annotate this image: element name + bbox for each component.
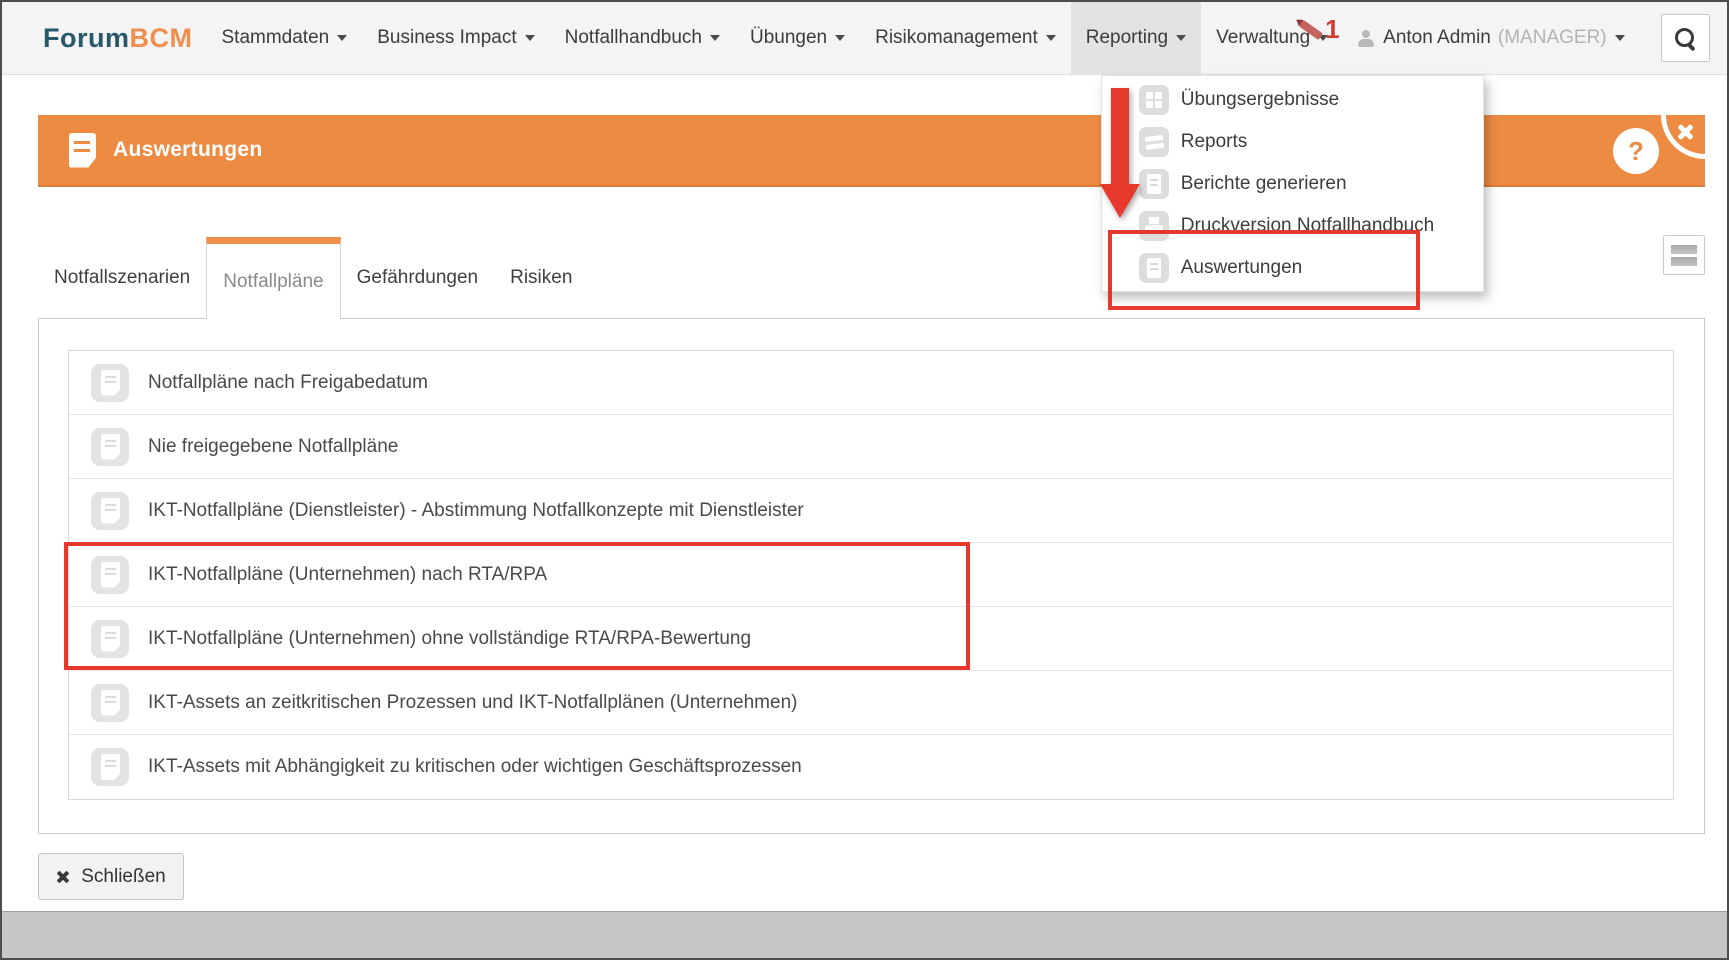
user-menu[interactable]: Anton Admin (MANAGER) (1343, 2, 1639, 74)
report-document-icon (69, 133, 96, 168)
brand-logo[interactable]: ForumBCM (2, 2, 207, 74)
chevron-down-icon (1318, 35, 1328, 41)
report-list-item[interactable]: Notfallpläne nach Freigabedatum (69, 351, 1673, 415)
nav-item-label: Notfallhandbuch (565, 27, 702, 49)
report-document-icon (91, 684, 129, 722)
search-button[interactable] (1661, 14, 1710, 62)
report-item-label: IKT-Assets mit Abhängigkeit zu kritische… (148, 756, 802, 778)
evaluations-icon (1139, 253, 1169, 283)
brand-part-bcm: BCM (130, 23, 193, 54)
exercise-results-icon (1139, 85, 1169, 115)
nav-item-notfallhandbuch[interactable]: Notfallhandbuch (550, 2, 735, 74)
tab-notfallplaene[interactable]: Notfallpläne (206, 237, 340, 319)
nav-item-stammdaten[interactable]: Stammdaten (207, 2, 363, 74)
menu-item-auswertungen[interactable]: Auswertungen (1102, 247, 1483, 289)
chevron-down-icon (337, 35, 347, 41)
report-category-tabs: Notfallszenarien Notfallpläne Gefährdung… (38, 237, 588, 319)
report-document-icon (91, 556, 129, 594)
menu-item-reports[interactable]: Reports (1102, 121, 1483, 163)
user-role: (MANAGER) (1498, 27, 1607, 49)
nav-item-uebungen[interactable]: Übungen (735, 2, 860, 74)
menu-item-label: Übungsergebnisse (1181, 89, 1339, 111)
report-list-item[interactable]: IKT-Notfallpläne (Dienstleister) - Absti… (69, 479, 1673, 543)
tab-gefaehrdungen[interactable]: Gefährdungen (341, 237, 495, 319)
report-document-icon (91, 620, 129, 658)
window-bottom-strip (2, 911, 1727, 958)
nav-item-business-impact[interactable]: Business Impact (362, 2, 549, 74)
tab-risiken[interactable]: Risiken (494, 237, 588, 319)
report-list-item[interactable]: IKT-Notfallpläne (Unternehmen) nach RTA/… (69, 543, 1673, 607)
chevron-down-icon (525, 35, 535, 41)
tab-label: Notfallszenarien (54, 267, 190, 289)
menu-item-uebungsergebnisse[interactable]: Übungsergebnisse (1102, 79, 1483, 121)
tab-label: Gefährdungen (357, 267, 479, 289)
search-icon (1674, 27, 1697, 50)
report-document-icon (91, 364, 129, 402)
report-item-label: IKT-Notfallpläne (Unternehmen) nach RTA/… (148, 564, 547, 586)
report-item-label: IKT-Notfallpläne (Dienstleister) - Absti… (148, 500, 804, 522)
report-list-item[interactable]: IKT-Assets an zeitkritischen Prozessen u… (69, 671, 1673, 735)
close-panel-button[interactable] (1649, 115, 1705, 171)
tab-content-panel: Notfallpläne nach Freigabedatum Nie frei… (38, 318, 1705, 834)
print-version-icon (1139, 211, 1169, 241)
nav-item-risikomanagement[interactable]: Risikomanagement (860, 2, 1071, 74)
chevron-down-icon (835, 35, 845, 41)
report-document-icon (91, 428, 129, 466)
close-icon (56, 870, 70, 884)
report-item-label: Notfallpläne nach Freigabedatum (148, 372, 428, 394)
nav-item-label: Übungen (750, 27, 827, 49)
row-bar-icon (1671, 245, 1697, 254)
report-item-label: IKT-Notfallpläne (Unternehmen) ohne voll… (148, 628, 751, 650)
menu-item-label: Reports (1181, 131, 1248, 153)
nav-item-label: Risikomanagement (875, 27, 1038, 49)
report-document-icon (91, 748, 129, 786)
report-item-label: IKT-Assets an zeitkritischen Prozessen u… (148, 692, 797, 714)
list-view-toggle-button[interactable] (1663, 235, 1705, 275)
reports-stack-icon (1139, 127, 1169, 157)
close-icon (1676, 123, 1694, 141)
help-glyph: ? (1628, 136, 1644, 167)
generate-report-icon (1139, 169, 1169, 199)
nav-item-label: Stammdaten (222, 27, 330, 49)
menu-item-berichte-generieren[interactable]: Berichte generieren (1102, 163, 1483, 205)
chevron-down-icon (1176, 35, 1186, 41)
page-title: Auswertungen (113, 138, 262, 162)
report-list-item[interactable]: IKT-Notfallpläne (Unternehmen) ohne voll… (69, 607, 1673, 671)
tab-label: Risiken (510, 267, 572, 289)
user-avatar-icon (1358, 30, 1374, 47)
nav-item-label: Business Impact (377, 27, 516, 49)
report-list: Notfallpläne nach Freigabedatum Nie frei… (68, 350, 1674, 800)
menu-item-label: Auswertungen (1181, 257, 1302, 279)
nav-item-verwaltung[interactable]: Verwaltung 1 (1201, 2, 1343, 74)
tab-notfallszenarien[interactable]: Notfallszenarien (38, 237, 206, 319)
chevron-down-icon (710, 35, 720, 41)
nav-item-reporting[interactable]: Reporting Übungsergebnisse Reports Beric… (1071, 2, 1201, 74)
nav-item-label: Verwaltung (1216, 27, 1310, 49)
top-navbar: ForumBCM Stammdaten Business Impact Notf… (2, 2, 1727, 75)
schliessen-button[interactable]: Schließen (38, 853, 184, 900)
schliessen-button-label: Schließen (81, 866, 166, 888)
chevron-down-icon (1615, 35, 1625, 41)
menu-item-label: Berichte generieren (1181, 173, 1347, 195)
menu-item-label: Druckversion Notfallhandbuch (1181, 215, 1434, 237)
report-list-item[interactable]: IKT-Assets mit Abhängigkeit zu kritische… (69, 735, 1673, 799)
report-list-item[interactable]: Nie freigegebene Notfallpläne (69, 415, 1673, 479)
tab-label: Notfallpläne (223, 271, 323, 293)
menu-item-druckversion-notfallhandbuch[interactable]: Druckversion Notfallhandbuch (1102, 205, 1483, 247)
row-bar-icon (1671, 257, 1697, 266)
reporting-dropdown-menu: Übungsergebnisse Reports Berichte generi… (1101, 75, 1484, 292)
user-name: Anton Admin (1383, 27, 1491, 49)
nav-item-label: Reporting (1086, 27, 1168, 49)
report-item-label: Nie freigegebene Notfallpläne (148, 436, 398, 458)
brand-part-forum: Forum (43, 23, 130, 54)
app-window: ForumBCM Stammdaten Business Impact Notf… (0, 0, 1729, 960)
report-document-icon (91, 492, 129, 530)
chevron-down-icon (1046, 35, 1056, 41)
